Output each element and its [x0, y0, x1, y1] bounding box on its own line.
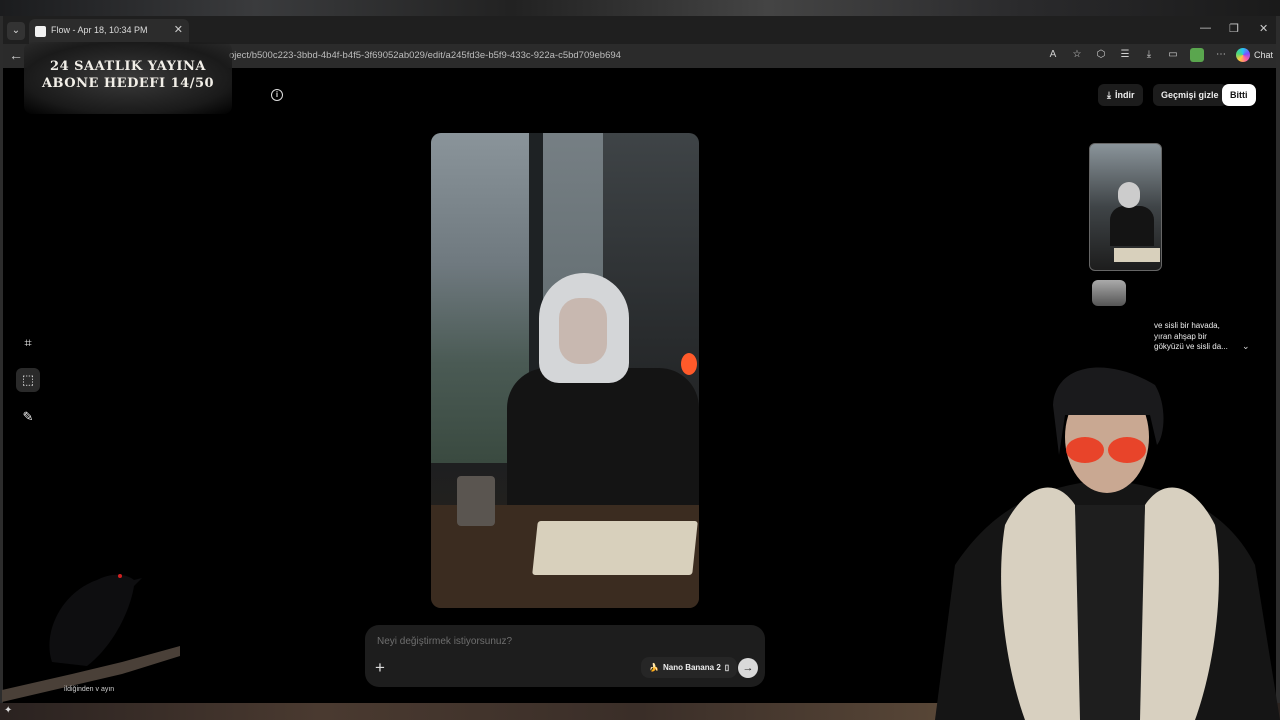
browser-tab[interactable]: Flow - Apr 18, 10:34 PM ✕: [29, 19, 189, 44]
more-icon[interactable]: ⋯: [1214, 48, 1228, 62]
history-prompt-text[interactable]: ve sisli bir havada, yıran ahşap bir gök…: [1154, 321, 1254, 353]
arrow-left-icon[interactable]: ←: [9, 47, 23, 63]
browser-tab-bar: ⌄ Flow - Apr 18, 10:34 PM ✕: [3, 16, 1276, 44]
banner-line-1: 24 SAATLIK YAYINA: [50, 59, 206, 74]
favorites-icon[interactable]: ☰: [1118, 48, 1132, 62]
window-close-icon[interactable]: ✕: [1259, 22, 1268, 35]
history-line: yıran ahşap bir: [1154, 331, 1207, 341]
thumbnail-figure: [1110, 206, 1154, 246]
history-line: gökyüzü ve sisli da...: [1154, 342, 1228, 351]
read-aloud-icon[interactable]: A: [1046, 48, 1060, 62]
close-icon[interactable]: ✕: [174, 23, 183, 36]
plus-icon[interactable]: +: [375, 658, 385, 678]
banana-icon: 🍌: [649, 663, 659, 672]
extensions-icon[interactable]: ⬡: [1094, 48, 1108, 62]
raven-caption: ildiğinden v ayın: [64, 686, 115, 693]
copilot-chat-button[interactable]: Chat: [1236, 48, 1273, 62]
hide-history-button[interactable]: Geçmişi gizle: [1153, 84, 1227, 106]
history-thumbnail[interactable]: [1089, 143, 1162, 271]
model-label: Nano Banana 2: [662, 663, 721, 672]
banner-line-2: ABONE HEDEFI 14/50: [41, 76, 215, 91]
history-thumbnail-small[interactable]: [1092, 280, 1126, 306]
coffee-mug: [457, 476, 495, 526]
tab-title: Flow - Apr 18, 10:34 PM: [51, 25, 148, 35]
aspect-ratio-icon: ▯: [724, 663, 730, 672]
done-button[interactable]: Bitti: [1222, 84, 1256, 106]
model-selector[interactable]: 🍌 Nano Banana 2 ▯: [641, 657, 738, 678]
woman-face: [559, 298, 607, 364]
pen-sparkle-icon[interactable]: ✎: [16, 405, 40, 429]
browser-toolbar: A ☆ ⬡ ☰ ⤓ ▭ ⋯: [1046, 48, 1228, 62]
prompt-input[interactable]: Neyi değiştirmek istiyorsunuz?: [377, 636, 512, 647]
thumbnail-hair: [1118, 182, 1140, 208]
stream-frame-top: [0, 0, 1280, 16]
download-button[interactable]: ⤓ İndir: [1098, 84, 1144, 106]
generated-image[interactable]: [431, 133, 699, 608]
character-overlay: [935, 367, 1280, 720]
fireplace-glow: [681, 353, 697, 375]
chat-label: Chat: [1254, 50, 1274, 60]
chevron-down-icon[interactable]: ⌄: [7, 22, 25, 40]
chevron-down-icon[interactable]: ⌄: [1242, 341, 1250, 352]
restore-icon[interactable]: ❐: [1229, 22, 1239, 35]
copilot-icon: [1236, 48, 1250, 62]
url-field[interactable]: oject/b500c223-3bbd-4b4f-b4f5-3f69052ab0…: [229, 50, 621, 61]
thumbnail-book: [1114, 248, 1160, 262]
download-icon[interactable]: ⤓: [1142, 48, 1156, 62]
selection-icon[interactable]: ⬚: [16, 368, 40, 392]
minimize-icon[interactable]: —: [1200, 22, 1211, 34]
open-notebook: [532, 521, 698, 575]
history-line: ve sisli bir havada,: [1154, 321, 1220, 330]
raven-overlay: [2, 574, 180, 702]
info-icon[interactable]: i: [271, 89, 283, 101]
taskbar-sparkle-icon[interactable]: ✦: [4, 705, 12, 716]
star-icon[interactable]: ☆: [1070, 48, 1084, 62]
arrow-right-icon[interactable]: →: [738, 658, 758, 678]
woman-leather-jacket: [507, 368, 699, 508]
download-icon: ⤓: [1107, 89, 1111, 100]
screenshot-icon[interactable]: ▭: [1166, 48, 1180, 62]
page-favicon-icon: [35, 26, 46, 37]
profile-extension-icon[interactable]: [1190, 48, 1204, 62]
subscriber-goal-banner: 24 SAATLIK YAYINA ABONE HEDEFI 14/50: [24, 42, 232, 114]
crop-icon[interactable]: ⌗: [16, 331, 40, 355]
prompt-box[interactable]: Neyi değiştirmek istiyorsunuz? + 🍌 Nano …: [365, 625, 765, 687]
download-label: İndir: [1114, 90, 1135, 100]
